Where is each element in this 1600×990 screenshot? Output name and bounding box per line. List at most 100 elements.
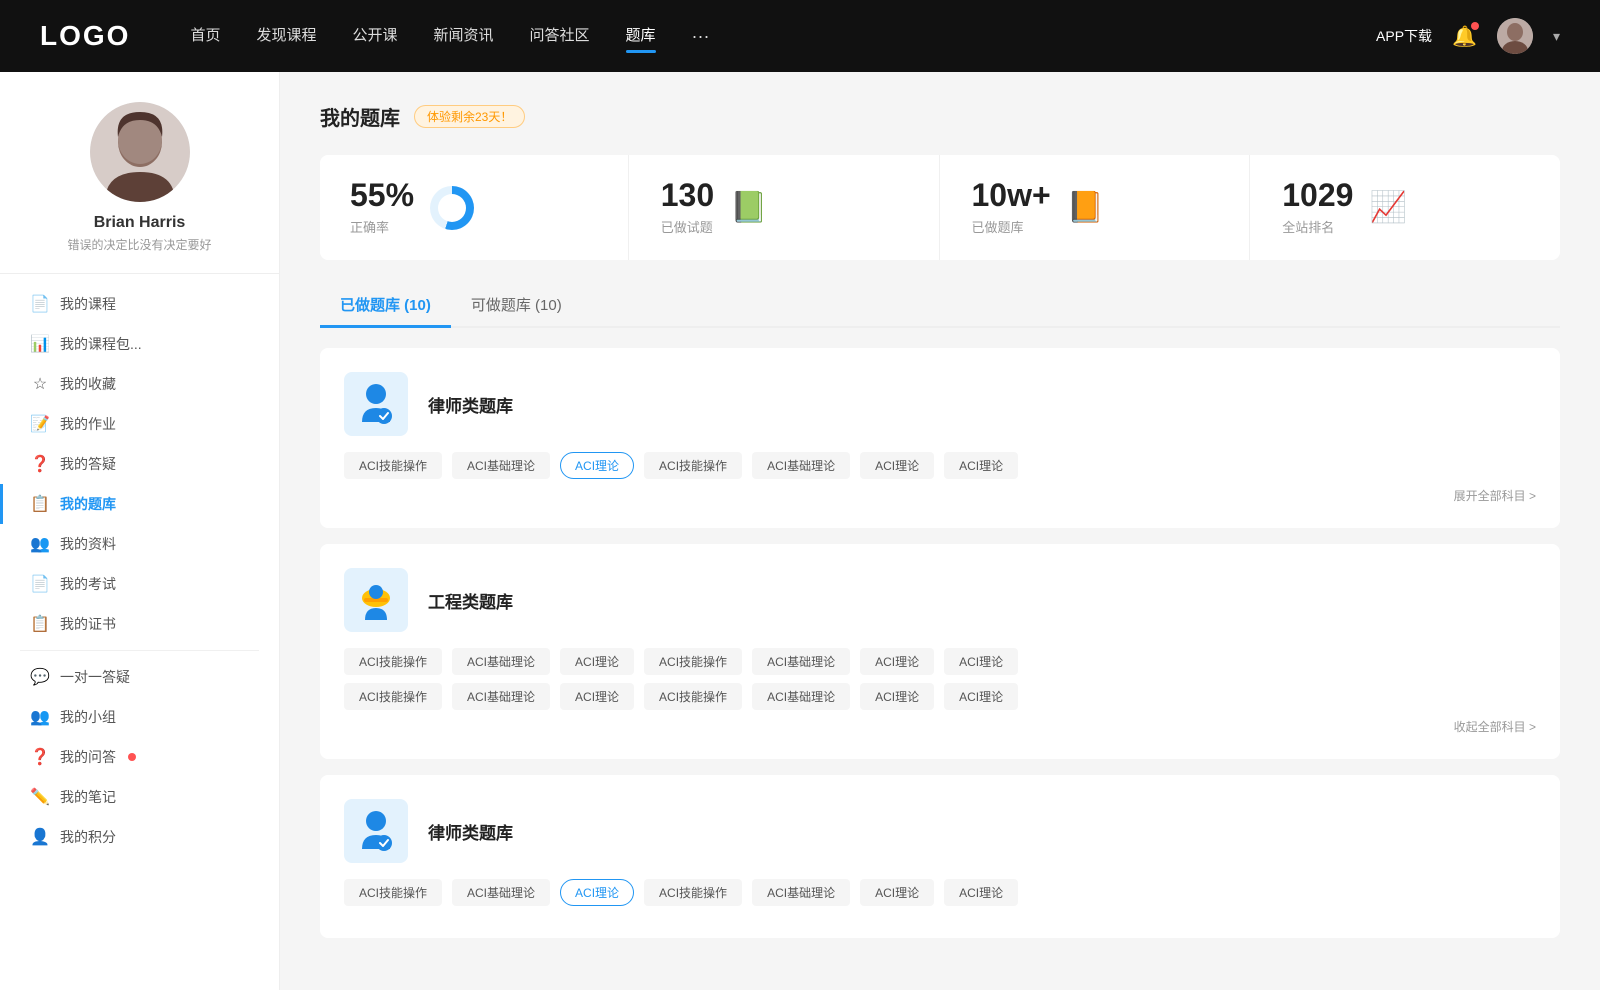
tag[interactable]: ACI技能操作: [644, 879, 742, 906]
tag-active[interactable]: ACI理论: [560, 452, 634, 479]
collapse-link[interactable]: 收起全部科目 >: [344, 718, 1536, 735]
tag[interactable]: ACI基础理论: [752, 683, 850, 710]
tag[interactable]: ACI技能操作: [344, 683, 442, 710]
star-icon: ☆: [30, 374, 50, 394]
sidebar-item-profile[interactable]: 👥 我的资料: [0, 524, 279, 564]
tag[interactable]: ACI基础理论: [752, 879, 850, 906]
sidebar-item-certificate[interactable]: 📋 我的证书: [0, 604, 279, 644]
tag[interactable]: ACI技能操作: [344, 879, 442, 906]
sidebar-item-my-qa[interactable]: ❓ 我的问答: [0, 737, 279, 777]
tag[interactable]: ACI理论: [944, 648, 1018, 675]
avatar: [90, 102, 190, 202]
sidebar-label: 我的小组: [60, 707, 116, 727]
sidebar-item-my-course[interactable]: 📄 我的课程: [0, 284, 279, 324]
page-header: 我的题库 体验剩余23天！: [320, 102, 1560, 131]
bank-title: 工程类题库: [428, 588, 513, 613]
bank-icon-lawyer2: [344, 799, 408, 863]
sidebar-item-points[interactable]: 👤 我的积分: [0, 817, 279, 857]
stat-label: 全站排名: [1282, 217, 1353, 236]
trial-badge: 体验剩余23天！: [414, 105, 525, 128]
sidebar-item-exam[interactable]: 📄 我的考试: [0, 564, 279, 604]
nav-home[interactable]: 首页: [190, 24, 220, 49]
qa-badge: [128, 753, 136, 761]
sidebar-menu: 📄 我的课程 📊 我的课程包... ☆ 我的收藏 📝 我的作业 ❓ 我的答疑 📋: [0, 274, 279, 867]
tag[interactable]: ACI技能操作: [644, 452, 742, 479]
tag[interactable]: ACI理论: [860, 452, 934, 479]
bank-card-lawyer-2: 律师类题库 ACI技能操作 ACI基础理论 ACI理论 ACI技能操作 ACI基…: [320, 775, 1560, 938]
sidebar-label: 我的课程包...: [60, 334, 142, 354]
page-body: Brian Harris 错误的决定比没有决定要好 📄 我的课程 📊 我的课程包…: [0, 72, 1600, 990]
sidebar-item-course-package[interactable]: 📊 我的课程包...: [0, 324, 279, 364]
nav-qa[interactable]: 问答社区: [530, 24, 590, 49]
stat-info: 55% 正确率: [350, 179, 414, 236]
nav-bank[interactable]: 题库: [626, 24, 656, 49]
sidebar-label: 我的收藏: [60, 374, 116, 394]
tag[interactable]: ACI理论: [944, 452, 1018, 479]
app-download-button[interactable]: APP下载: [1376, 26, 1432, 46]
notification-bell[interactable]: 🔔: [1452, 24, 1477, 49]
question-icon: ❓: [30, 454, 50, 474]
stat-label: 已做试题: [661, 217, 714, 236]
tag[interactable]: ACI技能操作: [344, 648, 442, 675]
nav-more[interactable]: ···: [692, 26, 710, 47]
tag[interactable]: ACI理论: [860, 648, 934, 675]
nav-discover[interactable]: 发现课程: [256, 24, 316, 49]
notification-dot: [1471, 22, 1479, 30]
navbar: LOGO 首页 发现课程 公开课 新闻资讯 问答社区 题库 ··· APP下载 …: [0, 0, 1600, 72]
tag[interactable]: ACI基础理论: [452, 683, 550, 710]
tag[interactable]: ACI理论: [860, 683, 934, 710]
stat-label: 正确率: [350, 217, 414, 236]
tag[interactable]: ACI基础理论: [452, 452, 550, 479]
tag[interactable]: ACI技能操作: [644, 683, 742, 710]
tag[interactable]: ACI理论: [944, 683, 1018, 710]
main-content: 我的题库 体验剩余23天！ 55% 正确率 130 已做试题 📗: [280, 72, 1600, 990]
bank-title: 律师类题库: [428, 819, 513, 844]
nav-news[interactable]: 新闻资讯: [434, 24, 494, 49]
nav-open-course[interactable]: 公开课: [352, 24, 397, 49]
stat-label: 已做题库: [972, 217, 1051, 236]
qa-icon: ❓: [30, 747, 50, 767]
bank-icon: 📋: [30, 494, 50, 514]
navbar-right: APP下载 🔔 ▾: [1376, 18, 1560, 54]
tag[interactable]: ACI基础理论: [452, 879, 550, 906]
tag[interactable]: ACI基础理论: [452, 648, 550, 675]
tag[interactable]: ACI理论: [560, 648, 634, 675]
sidebar-item-homework[interactable]: 📝 我的作业: [0, 404, 279, 444]
avatar[interactable]: [1497, 18, 1533, 54]
stat-value: 10w+: [972, 179, 1051, 211]
tag[interactable]: ACI理论: [944, 879, 1018, 906]
bank-card-lawyer-1: 律师类题库 ACI技能操作 ACI基础理论 ACI理论 ACI技能操作 ACI基…: [320, 348, 1560, 528]
points-icon: 👤: [30, 827, 50, 847]
sidebar-item-my-bank[interactable]: 📋 我的题库: [0, 484, 279, 524]
sidebar-bio: 错误的决定比没有决定要好: [67, 236, 211, 253]
stats-row: 55% 正确率 130 已做试题 📗 10w+ 已做题库 📙: [320, 155, 1560, 260]
sidebar-label: 我的考试: [60, 574, 116, 594]
bank-card-header: 律师类题库: [344, 372, 1536, 436]
tag-active[interactable]: ACI理论: [560, 879, 634, 906]
chevron-down-icon[interactable]: ▾: [1553, 28, 1560, 45]
sidebar-item-notes[interactable]: ✏️ 我的笔记: [0, 777, 279, 817]
bank-card-header: 律师类题库: [344, 799, 1536, 863]
tab-todo[interactable]: 可做题库 (10): [451, 284, 582, 328]
sidebar-item-one-on-one[interactable]: 💬 一对一答疑: [0, 657, 279, 697]
expand-link[interactable]: 展开全部科目 >: [344, 487, 1536, 504]
tag[interactable]: ACI技能操作: [644, 648, 742, 675]
document-icon: 📄: [30, 294, 50, 314]
tab-done[interactable]: 已做题库 (10): [320, 284, 451, 328]
sidebar-label: 我的积分: [60, 827, 116, 847]
stat-info: 130 已做试题: [661, 179, 714, 236]
page-title: 我的题库: [320, 102, 400, 131]
exam-icon: 📄: [30, 574, 50, 594]
sidebar-item-group[interactable]: 👥 我的小组: [0, 697, 279, 737]
sidebar-item-qa[interactable]: ❓ 我的答疑: [0, 444, 279, 484]
tag[interactable]: ACI基础理论: [752, 452, 850, 479]
tag[interactable]: ACI理论: [860, 879, 934, 906]
doc-orange-icon: 📙: [1067, 190, 1104, 225]
tag[interactable]: ACI基础理论: [752, 648, 850, 675]
tag[interactable]: ACI理论: [560, 683, 634, 710]
tag[interactable]: ACI技能操作: [344, 452, 442, 479]
sidebar-label: 我的资料: [60, 534, 116, 554]
tags-row: ACI技能操作 ACI基础理论 ACI理论 ACI技能操作 ACI基础理论 AC…: [344, 452, 1536, 479]
sidebar-item-collection[interactable]: ☆ 我的收藏: [0, 364, 279, 404]
profile-icon: 👥: [30, 534, 50, 554]
